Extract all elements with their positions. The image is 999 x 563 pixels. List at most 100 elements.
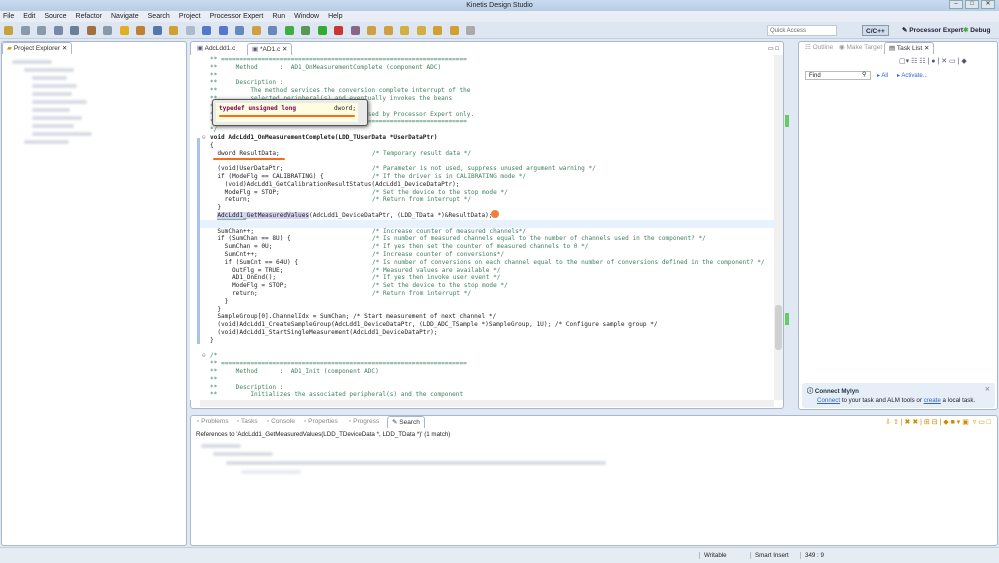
toolbar-icon-0[interactable]: [4, 26, 13, 35]
activate-link[interactable]: ▸ Activate...: [897, 72, 928, 79]
toolbar-icon-10[interactable]: [169, 26, 178, 35]
menu-edit[interactable]: Edit: [23, 11, 35, 22]
menu-file[interactable]: File: [3, 11, 14, 22]
tab-ad1-c[interactable]: ▣ *AD1.c ✕: [247, 43, 293, 55]
code-line[interactable]: /*: [210, 352, 217, 360]
code-line[interactable]: }: [210, 298, 229, 306]
code-line[interactable]: SumChan++; /* Increase counter of measure…: [210, 228, 526, 236]
toolbar-icon-12[interactable]: [202, 26, 211, 35]
code-line[interactable]: ** Method : AD1_OnMeasurementComplete (c…: [210, 64, 441, 72]
code-line[interactable]: (void)UserDataPtr; /* Parameter is not us…: [210, 165, 595, 173]
vertical-scrollbar[interactable]: [774, 55, 783, 400]
close-button[interactable]: ✕: [981, 0, 995, 9]
tree-item[interactable]: [32, 124, 74, 128]
tab-problems[interactable]: ▫ Problems: [193, 416, 233, 428]
menu-navigate[interactable]: Navigate: [111, 11, 139, 22]
create-link[interactable]: create: [924, 397, 941, 404]
code-line[interactable]: dword ResultData; /* Temporary result dat…: [210, 150, 471, 158]
code-line[interactable]: (void)AdcLdd1_GetCalibrationResultStatus…: [210, 181, 460, 189]
tree-item[interactable]: [32, 132, 92, 136]
fold-icon[interactable]: ⊖: [202, 352, 206, 359]
code-line[interactable]: void AdcLdd1_OnMeasurementComplete(LDD_T…: [210, 134, 437, 142]
toolbar-icon-5[interactable]: [86, 26, 96, 35]
editor-minmax-buttons[interactable]: ▭ □: [768, 45, 779, 52]
code-line[interactable]: ModeFlg = STOP; /* Set the device to the …: [210, 282, 508, 290]
tree-item[interactable]: [32, 116, 82, 120]
toolbar-icon-24[interactable]: [400, 26, 409, 35]
tree-item[interactable]: [32, 108, 70, 112]
toolbar-icon-2[interactable]: [37, 26, 46, 35]
menu-window[interactable]: Window: [294, 11, 319, 22]
code-line[interactable]: if (SumChan == 8U) {/* Is number of meas…: [210, 235, 706, 243]
code-line[interactable]: {: [210, 142, 214, 150]
code-line[interactable]: return; /* Return from interrupt */: [210, 290, 471, 298]
tab-task-list[interactable]: ▤ Task List ✕: [884, 42, 935, 54]
code-line[interactable]: SumChan = 0U; /* If yes then set the coun…: [210, 243, 589, 251]
maximize-button[interactable]: □: [965, 0, 979, 9]
code-line[interactable]: ModeFlg = STOP; /* Set the device to the …: [210, 189, 508, 197]
code-line[interactable]: (void)AdcLdd1_CreateSampleGroup(AdcLdd1_…: [210, 321, 657, 329]
toolbar-icon-15[interactable]: [251, 26, 261, 35]
toolbar-icon-1[interactable]: [20, 26, 30, 35]
perspective-processor-expert[interactable]: ✎ Processor Expert: [902, 25, 963, 36]
all-link[interactable]: ▸ All: [877, 72, 888, 79]
tree-item[interactable]: [24, 68, 74, 72]
tree-item[interactable]: [32, 92, 72, 96]
perspective-debug[interactable]: ✱ Debug: [963, 25, 991, 36]
fold-icon[interactable]: ⊖: [202, 134, 206, 141]
code-line[interactable]: ** Initializes the associated peripheral…: [210, 391, 463, 399]
tab-console[interactable]: ▫ Console: [263, 416, 299, 428]
tab-project-explorer[interactable]: ▰ Project Explorer ✕: [2, 42, 73, 54]
code-line[interactable]: }: [210, 306, 221, 314]
menu-help[interactable]: Help: [328, 11, 342, 22]
menu-project[interactable]: Project: [179, 11, 201, 22]
tab-properties[interactable]: ▫ Properties: [300, 416, 342, 428]
search-view-toolbar[interactable]: ⇩ ⇧ | ✖ ✖ | ⊞ ⊟ | ◆ ■ ▾ ▣ ▿ ▭ □: [885, 418, 991, 426]
code-line[interactable]: (void)AdcLdd1_StartSingleMeasurement(Adc…: [210, 329, 437, 337]
tab-search[interactable]: ✎ Search: [387, 416, 425, 428]
tab-adcldd1-c[interactable]: ▣ AdcLdd1.c: [193, 43, 239, 55]
toolbar-icon-11[interactable]: [185, 26, 195, 35]
horizontal-scrollbar[interactable]: [200, 400, 774, 407]
connect-link[interactable]: Connect: [817, 397, 840, 404]
toolbar-icon-8[interactable]: [136, 26, 145, 35]
toolbar-icon-19[interactable]: [317, 26, 327, 35]
toolbar-icon-18[interactable]: [301, 26, 310, 35]
tab-progress[interactable]: ▫ Progress: [345, 416, 383, 428]
quick-access-input[interactable]: Quick Access: [767, 25, 837, 36]
code-line[interactable]: if (ModeFlg == CALIBRATING) {/* If the d…: [210, 173, 526, 181]
close-icon[interactable]: ✕: [985, 386, 990, 393]
code-line[interactable]: if (SumCnt == 64U) {/* Is number of conv…: [210, 259, 765, 267]
toolbar-icon-9[interactable]: [152, 26, 162, 35]
toolbar-icon-17[interactable]: [284, 26, 294, 35]
toolbar-icon-27[interactable]: [449, 26, 459, 35]
perspective-c-cpp[interactable]: C/C++: [862, 25, 889, 36]
toolbar-icon-3[interactable]: [53, 26, 63, 35]
toolbar-icon-14[interactable]: [235, 26, 244, 35]
toolbar-icon-7[interactable]: [119, 26, 129, 35]
code-line[interactable]: AdcLdd1_GetMeasuredValues(AdcLdd1_Device…: [210, 212, 492, 220]
toolbar-icon-22[interactable]: [367, 26, 376, 35]
menu-search[interactable]: Search: [148, 11, 170, 22]
toolbar-icon-21[interactable]: [350, 26, 360, 35]
tree-item[interactable]: [12, 60, 52, 64]
code-line[interactable]: ** Description :: [210, 79, 283, 87]
menu-refactor[interactable]: Refactor: [76, 11, 102, 22]
menu-run[interactable]: Run: [272, 11, 285, 22]
code-line[interactable]: */: [210, 126, 217, 134]
toolbar-icon-16[interactable]: [268, 26, 277, 35]
code-line[interactable]: ** Method : AD1_Init (component ADC): [210, 368, 379, 376]
tree-item[interactable]: [32, 76, 67, 80]
toolbar-icon-25[interactable]: [416, 26, 426, 35]
code-line[interactable]: return; /* Return from interrupt */: [210, 196, 471, 204]
menu-processor-expert[interactable]: Processor Expert: [210, 11, 264, 22]
code-line[interactable]: **: [210, 376, 217, 384]
toolbar-icon-20[interactable]: [334, 26, 343, 35]
tree-item[interactable]: [24, 140, 69, 144]
code-line[interactable]: AD1_OnEnd(); /* If yes then invoke user e…: [210, 274, 500, 282]
code-line[interactable]: ** =====================================…: [210, 360, 467, 368]
tab-make-target[interactable]: ◉ Make Target: [835, 42, 886, 54]
code-line[interactable]: ** Description :: [210, 384, 283, 392]
tab-outline[interactable]: ☷ Outline: [801, 42, 837, 54]
code-line[interactable]: }: [210, 204, 221, 212]
